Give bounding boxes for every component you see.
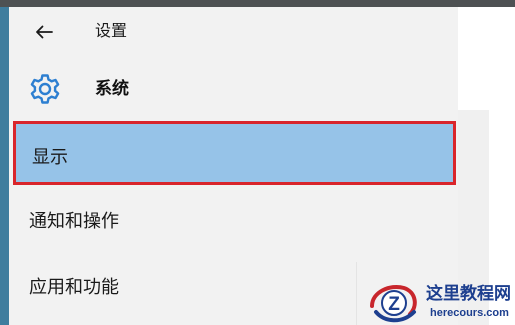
- gear-icon: [30, 74, 60, 104]
- watermark-url: herecours.com: [430, 307, 509, 319]
- nav-item-display[interactable]: 显示: [13, 121, 456, 185]
- nav-item-label: 显示: [32, 147, 68, 168]
- window-top-edge: [0, 0, 515, 7]
- window-left-edge: [0, 7, 9, 325]
- watermark-logo-letter: Z: [388, 294, 400, 315]
- header-title: 设置: [95, 21, 128, 40]
- nav-item-notifications-actions[interactable]: 通知和操作: [13, 188, 456, 252]
- nav-item-label: 应用和功能: [29, 277, 119, 298]
- watermark-name: 这里教程网: [426, 284, 511, 304]
- nav-item-label: 通知和操作: [29, 211, 119, 232]
- watermark-logo-icon: Z: [370, 285, 417, 323]
- back-button[interactable]: [30, 18, 58, 46]
- watermark: Z 这里教程网 herecours.com: [364, 280, 515, 325]
- arrow-left-icon: [36, 25, 53, 39]
- section-title: 系统: [95, 79, 129, 99]
